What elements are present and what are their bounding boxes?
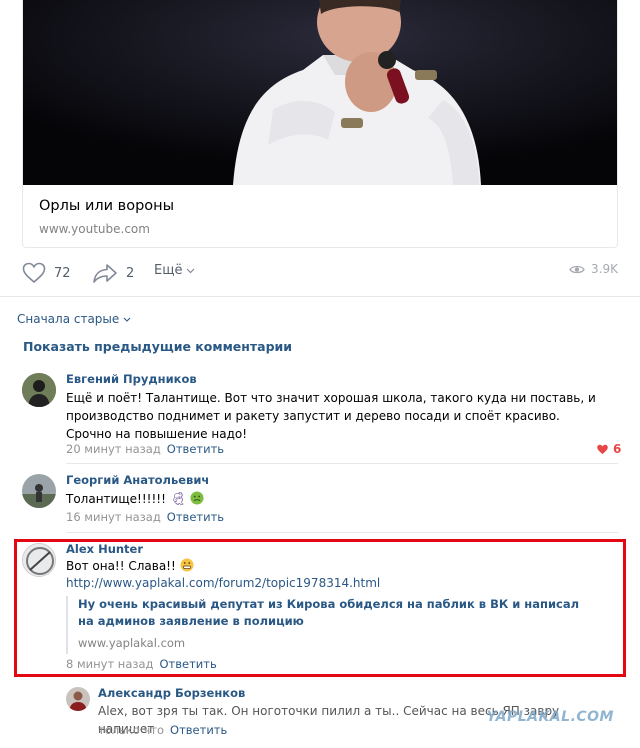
eye-icon [569,265,585,273]
share-count: 2 [126,265,135,281]
sort-order-dropdown[interactable]: Сначала старые [17,312,131,326]
chevron-down-icon [187,268,195,273]
avatar-image [22,474,56,508]
comment-text: Ещё и поёт! Талантище. Вот что значит хо… [66,391,596,441]
video-thumbnail[interactable] [23,0,617,185]
divider [0,296,640,297]
share-button[interactable]: 2 [92,262,134,284]
more-menu-button[interactable]: Ещё [154,263,195,278]
heart-filled-icon [597,444,608,454]
comment-text: Толантище!!!!!! 🕺︎ [66,490,606,508]
comment-author[interactable]: Евгений Прудников [66,372,197,386]
comment-text-content: Толантище!!!!!! [66,492,166,506]
comment-meta: только что Ответить [98,723,227,737]
performer-image [23,0,617,185]
chevron-down-icon [123,317,131,322]
views-count: 3.9K [591,262,618,276]
comment-time[interactable]: 20 минут назад [66,442,161,456]
highlight-frame [14,539,626,677]
comment-author[interactable]: Георгий Анатольевич [66,473,209,487]
video-title[interactable]: Орлы или вороны [39,198,174,214]
views-counter: 3.9K [569,262,618,276]
comment-time[interactable]: только что [98,723,164,737]
divider [66,532,618,533]
heart-icon [22,262,46,284]
comment-meta: 20 минут назад Ответить [66,442,224,456]
like-count: 72 [54,265,71,281]
reply-button[interactable]: Ответить [167,442,224,456]
comment-time[interactable]: 16 минут назад [66,510,161,524]
reply-button[interactable]: Ответить [167,510,224,524]
video-url: www.youtube.com [39,222,150,236]
divider [66,463,618,464]
nauseated-face-emoji-icon [190,491,204,505]
share-arrow-icon [93,264,117,283]
comment-like-button[interactable]: 6 [596,442,621,456]
avatar[interactable] [22,373,56,407]
comment-author[interactable]: Александр Борзенков [98,686,245,700]
watermark: YAPLAKAL.COM [486,709,614,725]
comment-meta: 16 минут назад Ответить [66,510,224,524]
show-previous-comments-link[interactable]: Показать предыдущие комментарии [23,339,292,354]
avatar[interactable] [66,687,90,711]
reply-button[interactable]: Ответить [170,723,227,737]
video-link-card[interactable]: Орлы или вороны www.youtube.com [22,0,618,248]
post-actions-bar: 72 2 Ещё 3.9K [22,262,618,284]
avatar-image [22,373,56,407]
more-label: Ещё [154,263,183,278]
avatar[interactable] [22,474,56,508]
dancer-emoji-icon: 🕺︎ [169,492,187,507]
sort-order-label: Сначала старые [17,312,120,326]
comment-like-count: 6 [613,442,622,456]
like-button[interactable]: 72 [22,262,71,284]
avatar-image [66,687,90,711]
